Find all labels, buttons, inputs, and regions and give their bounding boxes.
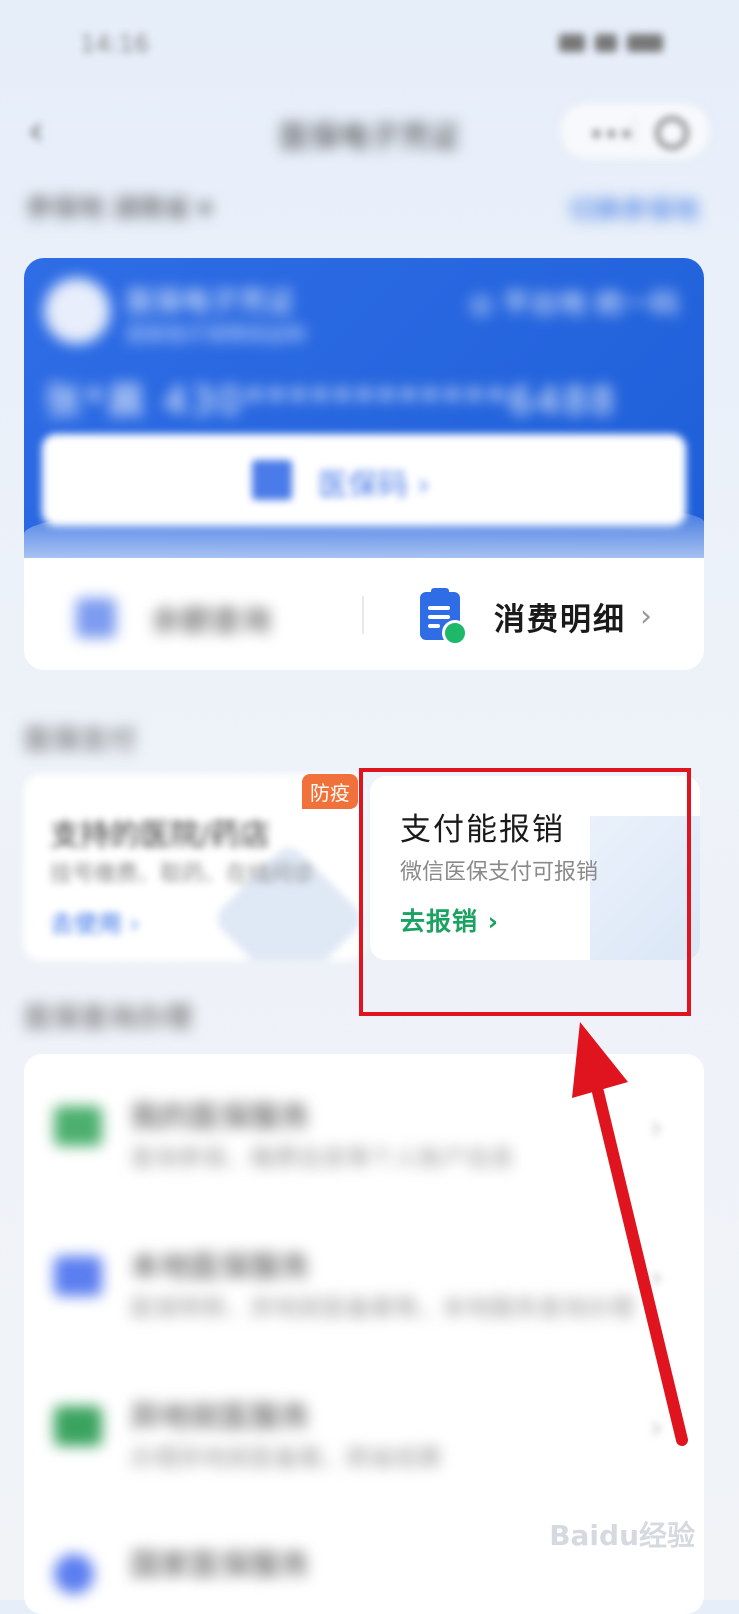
annotation-arrow: [572, 1022, 688, 1446]
arrow-shaft: [592, 1086, 688, 1446]
watermark: Baidu经验: [549, 1519, 695, 1552]
arrow-head: [572, 1022, 628, 1098]
